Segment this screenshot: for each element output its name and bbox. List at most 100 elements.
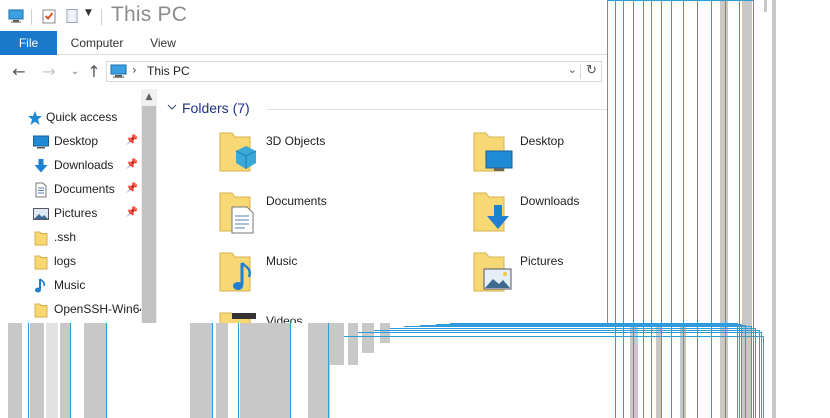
chevron-down-icon[interactable] — [167, 102, 177, 112]
folder-icon — [34, 231, 48, 246]
desktop-icon — [33, 135, 49, 149]
render-artifact — [308, 323, 330, 418]
tab-file[interactable]: File — [0, 31, 57, 55]
pictures-folder-icon — [473, 252, 512, 292]
render-artifact — [190, 323, 212, 418]
folder-icon — [34, 303, 48, 318]
title-bar[interactable]: ▼ This PC — [0, 0, 607, 31]
file-explorer-window: ▼ This PC File Computer View ← → ⌄ ↑ › T… — [0, 0, 608, 323]
new-folder-icon[interactable] — [64, 8, 80, 24]
nav-item-label: logs — [54, 254, 77, 268]
render-artifact — [70, 323, 71, 418]
nav-item-label: OpenSSH-Win64 — [54, 302, 141, 316]
nav-item-label: Pictures — [54, 206, 98, 220]
render-artifact — [30, 323, 44, 418]
nav-item-downloads[interactable]: Downloads 📌 — [0, 154, 141, 176]
folder-label: Videos — [266, 314, 303, 323]
3d-objects-folder-icon — [219, 132, 257, 172]
download-arrow-icon — [34, 159, 48, 173]
nav-item-label: .ssh — [54, 230, 77, 244]
breadcrumb-chevron-icon[interactable]: › — [132, 63, 137, 77]
render-artifact — [772, 0, 776, 418]
nav-item-pictures[interactable]: Pictures 📌 — [0, 202, 141, 224]
nav-item-label: Desktop — [54, 134, 99, 148]
folder-desktop[interactable]: Desktop — [472, 129, 607, 181]
separator — [31, 9, 32, 25]
navigation-bar: ← → ⌄ ↑ › This PC ⌄ ↻ — [0, 55, 607, 88]
folder-3d-objects[interactable]: 3D Objects — [218, 129, 448, 181]
render-artifact — [240, 323, 290, 418]
render-artifact — [290, 323, 291, 418]
folder-pictures[interactable]: Pictures — [472, 249, 607, 301]
address-history-dropdown[interactable]: ⌄ — [568, 63, 577, 76]
render-artifact — [608, 0, 754, 418]
pin-icon[interactable]: 📌 — [126, 130, 138, 152]
render-artifact — [60, 323, 70, 418]
desktop-folder-icon — [473, 132, 513, 172]
folder-label: Documents — [266, 194, 327, 208]
separator — [580, 64, 581, 79]
nav-item-logs[interactable]: logs — [0, 250, 141, 272]
folder-label: Downloads — [520, 194, 580, 208]
breadcrumb-location[interactable]: This PC — [147, 64, 190, 78]
folder-documents[interactable]: Documents — [218, 189, 448, 241]
separator — [101, 9, 102, 25]
folder-label: 3D Objects — [266, 134, 326, 148]
navigation-pane-scrollbar[interactable]: ▲ — [141, 89, 157, 323]
render-artifact — [8, 323, 22, 418]
render-artifact — [216, 323, 228, 418]
nav-item-documents[interactable]: Documents 📌 — [0, 178, 141, 200]
folder-videos[interactable]: Videos — [218, 309, 448, 323]
scrollbar-thumb[interactable] — [142, 106, 156, 323]
window-title: This PC — [111, 3, 188, 26]
folder-label: Desktop — [520, 134, 565, 148]
documents-folder-icon — [219, 192, 254, 234]
folders-group-header[interactable]: Folders (7) — [167, 99, 607, 119]
render-artifact — [106, 323, 107, 418]
folder-music[interactable]: Music — [218, 249, 448, 301]
pin-icon[interactable]: 📌 — [126, 178, 138, 200]
computer-icon — [110, 64, 127, 78]
render-artifact — [84, 323, 106, 418]
customize-quick-access-dropdown[interactable]: ▼ — [85, 8, 92, 18]
videos-folder-icon — [219, 312, 256, 323]
render-artifact — [328, 323, 329, 418]
group-divider — [267, 109, 607, 110]
render-artifact — [212, 323, 213, 418]
refresh-icon[interactable]: ↻ — [586, 63, 597, 78]
nav-item-ssh[interactable]: .ssh — [0, 226, 141, 248]
tab-view[interactable]: View — [140, 31, 186, 55]
navigation-pane: Quick access Desktop 📌 Downloads 📌 Docum… — [0, 89, 157, 323]
music-note-icon — [35, 278, 45, 293]
nav-item-label: Documents — [54, 182, 115, 196]
desktop-background: ▼ This PC File Computer View ← → ⌄ ↑ › T… — [0, 0, 830, 418]
tab-computer[interactable]: Computer — [60, 31, 134, 55]
pictures-icon — [33, 208, 49, 220]
computer-icon[interactable] — [8, 8, 24, 24]
pin-icon[interactable]: 📌 — [126, 154, 138, 176]
folder-label: Pictures — [520, 254, 564, 268]
nav-item-desktop[interactable]: Desktop 📌 — [0, 130, 141, 152]
nav-item-quick-access[interactable]: Quick access — [0, 106, 141, 128]
up-button[interactable]: ↑ — [85, 63, 103, 81]
nav-item-label: Downloads — [54, 158, 114, 172]
scroll-up-arrow-icon[interactable]: ▲ — [141, 89, 157, 106]
render-artifact — [764, 0, 767, 12]
address-bar[interactable]: › This PC ⌄ ↻ — [106, 61, 602, 82]
nav-item-label: Music — [54, 278, 86, 292]
nav-item-music[interactable]: Music — [0, 274, 141, 296]
downloads-folder-icon — [473, 192, 509, 232]
properties-icon[interactable] — [41, 8, 57, 24]
recent-locations-dropdown[interactable]: ⌄ — [66, 63, 84, 81]
render-artifact — [238, 323, 239, 418]
group-header-label: Folders (7) — [182, 100, 250, 116]
ribbon-tab-bar: File Computer View — [0, 31, 607, 55]
folder-icon — [34, 255, 48, 270]
pin-icon[interactable]: 📌 — [126, 202, 138, 224]
forward-button[interactable]: → — [40, 63, 58, 81]
star-icon — [28, 111, 42, 125]
folder-downloads[interactable]: Downloads — [472, 189, 607, 241]
nav-item-openssh[interactable]: OpenSSH-Win64 — [0, 298, 141, 320]
back-button[interactable]: ← — [10, 63, 28, 81]
nav-item-label: Quick access — [46, 110, 118, 124]
